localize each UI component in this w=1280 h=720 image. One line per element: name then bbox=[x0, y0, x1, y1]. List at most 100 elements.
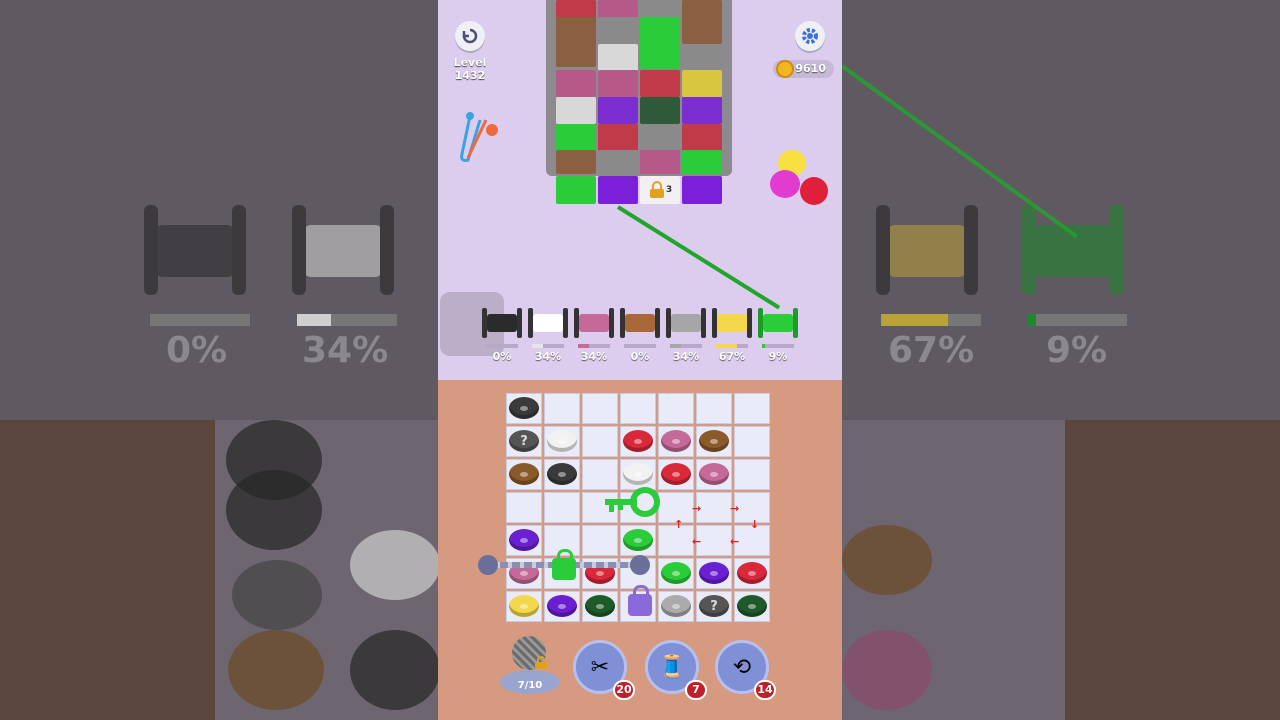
bobbin[interactable] bbox=[699, 463, 729, 485]
spool-pink[interactable]: 34% bbox=[574, 306, 614, 363]
spool-progress bbox=[762, 344, 765, 348]
bobbin[interactable] bbox=[509, 529, 539, 551]
key-icon[interactable] bbox=[603, 484, 663, 524]
board-slot[interactable] bbox=[582, 393, 618, 424]
padlock-purple-icon bbox=[628, 585, 652, 616]
spool-row: 0% 34% 34% 0% 34% 67% 9% bbox=[478, 306, 808, 366]
chain-anchor-right bbox=[630, 555, 650, 575]
mystery-bobbin[interactable]: ? bbox=[509, 430, 539, 452]
bobbin[interactable] bbox=[623, 430, 653, 452]
spool-percent: 0% bbox=[630, 350, 650, 363]
bobbin[interactable] bbox=[547, 595, 577, 617]
arrow-left-icon: ← bbox=[730, 535, 740, 548]
bobbin[interactable] bbox=[509, 463, 539, 485]
background-bobbin bbox=[842, 525, 932, 595]
spool-progress bbox=[716, 344, 738, 348]
lock-icon bbox=[535, 656, 547, 669]
background-bobbin bbox=[842, 630, 932, 710]
bobbin[interactable] bbox=[509, 595, 539, 617]
spool-black[interactable]: 0% bbox=[482, 306, 522, 363]
bobbin[interactable] bbox=[623, 463, 653, 485]
fabric-stitch-purple bbox=[598, 176, 638, 204]
board-slot[interactable] bbox=[620, 393, 656, 424]
spool-thread bbox=[671, 314, 701, 332]
spool-thread bbox=[625, 314, 655, 332]
settings-button[interactable] bbox=[795, 21, 825, 51]
bobbin[interactable] bbox=[737, 595, 767, 617]
background-bobbin bbox=[228, 630, 324, 710]
background-bobbin bbox=[232, 560, 322, 630]
bobbin[interactable] bbox=[699, 562, 729, 584]
background-percent: 67% bbox=[888, 330, 975, 371]
magnet-icon: ⟲ bbox=[732, 654, 752, 680]
fabric-stitch-purple bbox=[682, 176, 722, 204]
mystery-bobbin[interactable]: ? bbox=[699, 595, 729, 617]
fabric-stitch-green bbox=[556, 176, 596, 204]
bobbin[interactable] bbox=[661, 595, 691, 617]
board-slot[interactable] bbox=[696, 525, 732, 556]
board-slot[interactable] bbox=[582, 525, 618, 556]
bobbin[interactable] bbox=[699, 430, 729, 452]
background-bar bbox=[1027, 314, 1127, 326]
spool-yellow[interactable]: 67% bbox=[712, 306, 752, 363]
scissors-booster-count: 20 bbox=[613, 680, 635, 700]
button-red-icon bbox=[800, 177, 828, 205]
bobbin[interactable] bbox=[547, 430, 577, 452]
board-slot[interactable] bbox=[582, 426, 618, 457]
tray-capacity: 7/10 bbox=[517, 680, 543, 691]
board-slot[interactable] bbox=[734, 426, 770, 457]
coin-icon[interactable] bbox=[776, 60, 794, 78]
safety-pins-icon bbox=[460, 112, 498, 162]
spool-percent: 0% bbox=[492, 350, 512, 363]
restart-icon bbox=[462, 28, 478, 44]
spool-thread bbox=[579, 314, 609, 332]
board-slot[interactable] bbox=[696, 492, 732, 523]
spool-white[interactable]: 34% bbox=[528, 306, 568, 363]
spool-thread bbox=[487, 314, 517, 332]
arrow-down-icon: ↓ bbox=[750, 518, 760, 531]
background-spool-white bbox=[288, 200, 398, 300]
board-slot[interactable] bbox=[658, 393, 694, 424]
level-label: Level 1432 bbox=[453, 56, 487, 82]
board-slot[interactable] bbox=[506, 492, 542, 523]
arrow-right-icon: → bbox=[730, 502, 740, 515]
spool-icon: 🧵 bbox=[658, 654, 686, 680]
spool-thread bbox=[763, 314, 793, 332]
padlock-green-icon bbox=[552, 549, 576, 580]
bobbin[interactable] bbox=[661, 430, 691, 452]
restart-button[interactable] bbox=[455, 21, 485, 51]
bobbin[interactable] bbox=[509, 397, 539, 419]
yarn-storage-tray[interactable]: 7/10 bbox=[496, 636, 564, 698]
board-slot[interactable] bbox=[696, 393, 732, 424]
board-slot[interactable] bbox=[544, 393, 580, 424]
background-bar bbox=[881, 314, 981, 326]
scissors-icon: ✂ bbox=[590, 654, 610, 680]
spool-percent: 34% bbox=[580, 350, 608, 363]
bobbin[interactable] bbox=[661, 463, 691, 485]
bobbin[interactable] bbox=[737, 562, 767, 584]
spool-brown[interactable]: 0% bbox=[620, 306, 660, 363]
arrow-left-icon: ← bbox=[692, 535, 702, 548]
board-slot[interactable] bbox=[734, 393, 770, 424]
spool-percent: 9% bbox=[768, 350, 788, 363]
bobbin[interactable] bbox=[585, 595, 615, 617]
background-bobbin bbox=[226, 470, 322, 550]
spool-percent: 67% bbox=[718, 350, 746, 363]
background-board-right bbox=[1065, 420, 1280, 720]
lock-count: 3 bbox=[665, 185, 673, 195]
bobbin[interactable] bbox=[661, 562, 691, 584]
spool-gray[interactable]: 34% bbox=[666, 306, 706, 363]
board-slot[interactable] bbox=[544, 492, 580, 523]
lock-icon bbox=[649, 181, 664, 198]
board-slot[interactable] bbox=[734, 459, 770, 490]
bobbin[interactable] bbox=[623, 529, 653, 551]
game-screen: Level 1432 9610 3 0% 34% 34% 0% 34% 67% … bbox=[438, 0, 842, 720]
spool-progress bbox=[578, 344, 589, 348]
spool-booster-count: 7 bbox=[685, 680, 707, 700]
spool-green[interactable]: 9% bbox=[758, 306, 798, 363]
spool-percent: 34% bbox=[534, 350, 562, 363]
fabric-lock: 3 bbox=[640, 176, 680, 204]
spool-thread bbox=[717, 314, 747, 332]
bobbin[interactable] bbox=[547, 463, 577, 485]
chain-anchor-left bbox=[478, 555, 498, 575]
